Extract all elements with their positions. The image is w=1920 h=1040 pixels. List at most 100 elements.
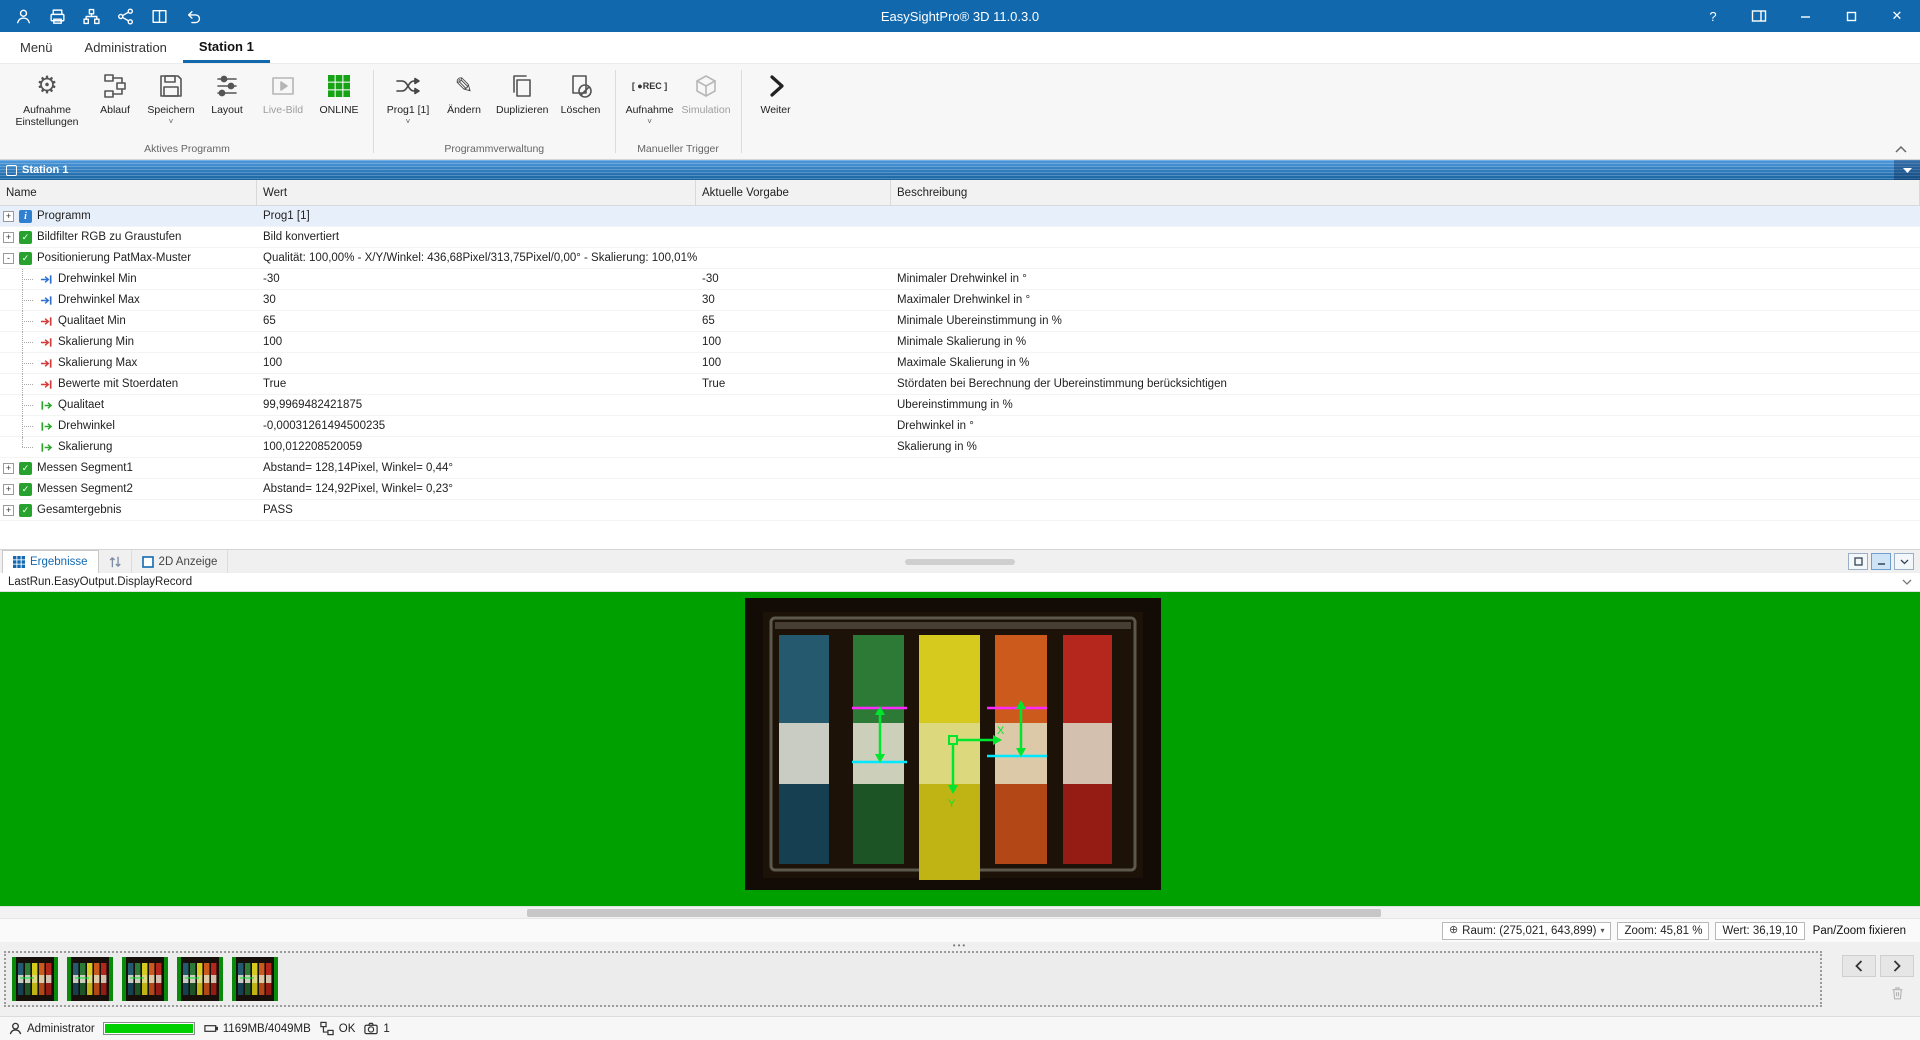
ribbon-button-layout[interactable]: Layout — [199, 66, 255, 118]
filmstrip-thumbnail-4[interactable] — [177, 957, 223, 1001]
zoom-field[interactable]: Zoom: 45,81 % — [1617, 922, 1709, 940]
ribbon-button-aufnahme-einstellungen[interactable]: ⚙Aufnahme Einstellungen — [7, 66, 87, 130]
ribbon-collapse-icon[interactable] — [1894, 143, 1910, 155]
scrollbar-thumb[interactable] — [527, 909, 1381, 917]
panel-minimize-button[interactable] — [1871, 553, 1891, 570]
memory-icon — [203, 1021, 219, 1036]
row-beschreibung: Maximaler Drehwinkel in ° — [891, 294, 1920, 306]
param-in-red-icon — [39, 356, 54, 371]
ribbon-button-speichern[interactable]: Speichern˅ — [143, 66, 199, 128]
maximize-button[interactable] — [1828, 0, 1874, 32]
column-header-name[interactable]: Name — [0, 180, 257, 205]
ribbon-group-label — [745, 141, 807, 159]
row-vorgabe: 65 — [696, 315, 891, 327]
tab-sort[interactable] — [99, 550, 132, 573]
filmstrip-splitter[interactable]: ••• — [0, 942, 1920, 950]
result-row-skalierung[interactable]: Skalierung100,012208520059Skalierung in … — [0, 437, 1920, 458]
panel-toggle-button[interactable] — [1736, 0, 1782, 32]
coordinate-space-selector[interactable]: ⊕ Raum: (275,021, 643,899) ▾ — [1442, 922, 1612, 940]
param-in-red-icon — [39, 335, 54, 350]
tree-connector — [22, 311, 35, 332]
table-icon — [13, 556, 25, 568]
ribbon-button-ndern[interactable]: ✎Ändern — [436, 66, 492, 118]
viewer-horizontal-scrollbar[interactable] — [0, 906, 1920, 918]
result-row-messen-segment1[interactable]: +✓Messen Segment1Abstand= 128,14Pixel, W… — [0, 458, 1920, 479]
tree-expand-toggle[interactable]: + — [3, 505, 14, 516]
help-button[interactable]: ? — [1690, 0, 1736, 32]
record-chevron-icon[interactable] — [1902, 577, 1912, 589]
filmstrip-thumbnail-2[interactable] — [67, 957, 113, 1001]
result-row-drehwinkel[interactable]: Drehwinkel-0,00031261494500235Drehwinkel… — [0, 416, 1920, 437]
share-icon[interactable] — [116, 7, 134, 25]
tree-expand-toggle[interactable]: + — [3, 463, 14, 474]
check-icon: ✓ — [18, 230, 33, 245]
tree-expand-toggle[interactable]: + — [3, 484, 14, 495]
minimize-button[interactable] — [1782, 0, 1828, 32]
result-row-drehwinkel-max[interactable]: Drehwinkel Max3030Maximaler Drehwinkel i… — [0, 290, 1920, 311]
param-in-red-icon — [39, 314, 54, 329]
filmstrip-thumbnail-3[interactable] — [122, 957, 168, 1001]
tree-expand-toggle[interactable]: + — [3, 211, 14, 222]
row-wert: -0,00031261494500235 — [257, 420, 696, 432]
panel-collapse-button[interactable] — [1894, 553, 1914, 570]
result-row-programm[interactable]: +iProgrammProg1 [1] — [0, 206, 1920, 227]
panel-splitter-handle[interactable] — [905, 559, 1015, 565]
undo-icon[interactable] — [184, 7, 202, 25]
panel-maximize-button[interactable] — [1848, 553, 1868, 570]
station-dropdown-button[interactable] — [1894, 160, 1920, 180]
result-row-skalierung-max[interactable]: Skalierung Max100100Maximale Skalierung … — [0, 353, 1920, 374]
ribbon-button-online[interactable]: ONLINE — [311, 66, 367, 118]
filmstrip-thumbnail-1[interactable] — [12, 957, 58, 1001]
result-row-bewerte-mit-stoerdaten[interactable]: Bewerte mit StoerdatenTrueTrueStördaten … — [0, 374, 1920, 395]
result-row-gesamtergebnis[interactable]: +✓GesamtergebnisPASS — [0, 500, 1920, 521]
image-viewer-canvas[interactable]: XY — [0, 592, 1920, 906]
tab-administration[interactable]: Administration — [69, 32, 183, 63]
filmstrip-track — [4, 951, 1822, 1007]
ribbon-button-aufnahme[interactable]: [ ●REC ]Aufnahme˅ — [622, 66, 678, 128]
result-row-qualitaet[interactable]: Qualitaet99,9969482421875Übereinstimmung… — [0, 395, 1920, 416]
dropdown-arrow-icon: ˅ — [169, 118, 174, 126]
filmstrip-next-button[interactable] — [1880, 955, 1914, 977]
printer-icon[interactable] — [48, 7, 66, 25]
ribbon-button-ablauf[interactable]: Ablauf — [87, 66, 143, 118]
tab-2d-anzeige[interactable]: 2D Anzeige — [132, 550, 229, 573]
ribbon-button-l-schen[interactable]: Löschen — [553, 66, 609, 118]
tab-menu[interactable]: Menü — [4, 32, 69, 63]
user-icon[interactable] — [14, 7, 32, 25]
ribbon-button-duplizieren[interactable]: Duplizieren — [492, 66, 553, 118]
sliders-icon — [214, 70, 240, 102]
pan-zoom-lock-toggle[interactable]: Pan/Zoom fixieren — [1811, 925, 1908, 937]
column-header-vorgabe[interactable]: Aktuelle Vorgabe — [696, 180, 891, 205]
info-icon: i — [18, 209, 33, 224]
result-row-drehwinkel-min[interactable]: Drehwinkel Min-30-30Minimaler Drehwinkel… — [0, 269, 1920, 290]
ribbon-button-prog1-1[interactable]: Prog1 [1]˅ — [380, 66, 436, 128]
split-view-icon[interactable] — [150, 7, 168, 25]
tab-station-1[interactable]: Station 1 — [183, 32, 270, 63]
tree-expand-toggle[interactable]: - — [3, 253, 14, 264]
tab-ergebnisse[interactable]: Ergebnisse — [2, 550, 99, 573]
tree-expand-toggle[interactable]: + — [3, 232, 14, 243]
pixel-value-field: Wert: 36,19,10 — [1715, 922, 1804, 940]
result-row-messen-segment2[interactable]: +✓Messen Segment2Abstand= 124,92Pixel, W… — [0, 479, 1920, 500]
row-beschreibung: Minimale Skalierung in % — [891, 336, 1920, 348]
filmstrip-prev-button[interactable] — [1842, 955, 1876, 977]
duplicate-icon — [509, 70, 535, 102]
filmstrip-thumbnail-5[interactable] — [232, 957, 278, 1001]
column-header-wert[interactable]: Wert — [257, 180, 696, 205]
check-icon: ✓ — [18, 461, 33, 476]
close-button[interactable]: ✕ — [1874, 0, 1920, 32]
result-row-bildfilter-rgb-zu-graustufen[interactable]: +✓Bildfilter RGB zu GraustufenBild konve… — [0, 227, 1920, 248]
tree-connector — [22, 416, 35, 437]
ribbon-separator — [615, 70, 616, 153]
row-wert: 100 — [257, 357, 696, 369]
result-row-skalierung-min[interactable]: Skalierung Min100100Minimale Skalierung … — [0, 332, 1920, 353]
ribbon-button-weiter[interactable]: Weiter — [748, 66, 804, 118]
row-wert: -30 — [257, 273, 696, 285]
result-row-positionierung-patmax-muster[interactable]: -✓Positionierung PatMax-MusterQualität: … — [0, 248, 1920, 269]
topology-icon[interactable] — [82, 7, 100, 25]
result-row-qualitaet-min[interactable]: Qualitaet Min6565Minimale Übereinstimmun… — [0, 311, 1920, 332]
row-wert: Bild konvertiert — [257, 231, 696, 243]
network-icon — [319, 1021, 335, 1036]
column-header-beschreibung[interactable]: Beschreibung — [891, 180, 1920, 205]
filmstrip-delete-button[interactable] — [1880, 982, 1914, 1004]
